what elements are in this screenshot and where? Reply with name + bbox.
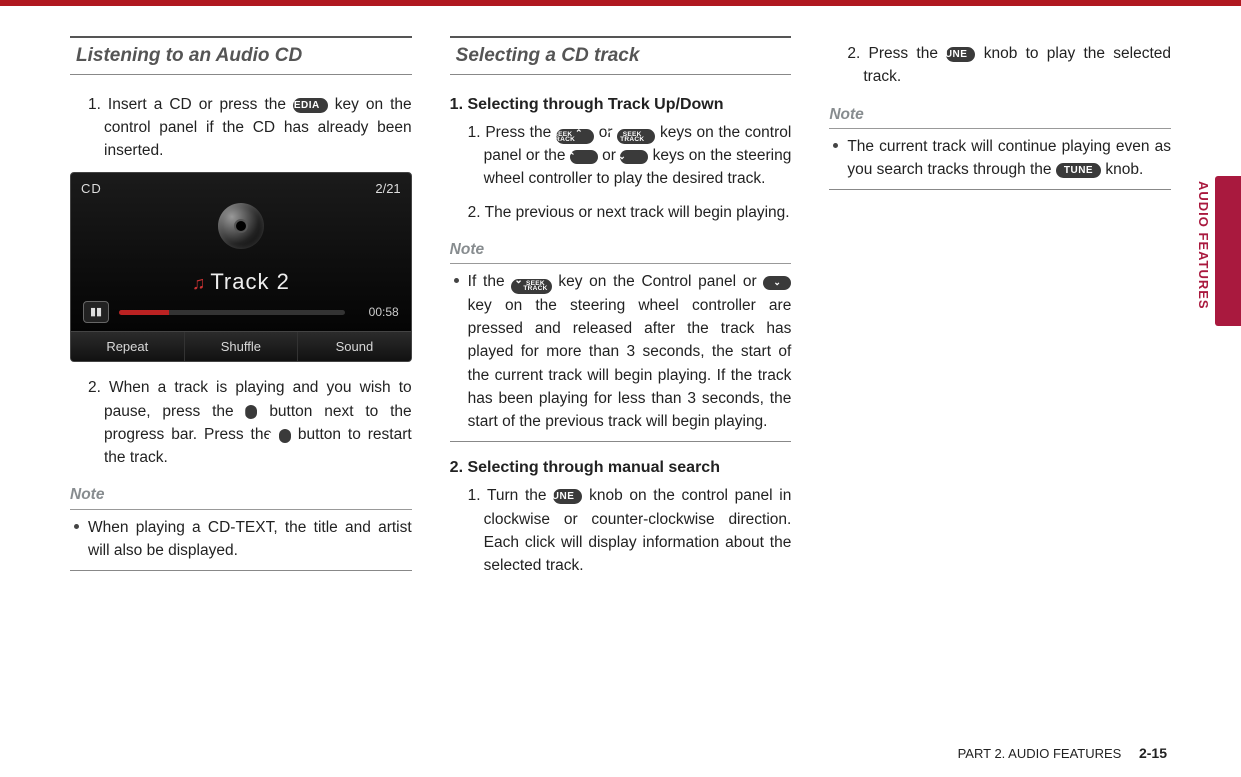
col1-note-list: When playing a CD-TEXT, the title and ar… [70, 516, 412, 563]
col1-note-item: When playing a CD-TEXT, the title and ar… [74, 516, 412, 563]
note-label: Note [450, 238, 792, 264]
section-divider [450, 441, 792, 442]
screenshot-track-title: ♫Track 2 [71, 265, 411, 298]
col1-step-1: 1. Insert a CD or press the MEDIA key on… [76, 93, 412, 163]
subhead-manual-search: 2. Selecting through manual search [450, 456, 792, 480]
col3-step2: 2. Press the TUNE knob to play the selec… [835, 42, 1171, 89]
col1-steps: 1. Insert a CD or press the MEDIA key on… [70, 93, 412, 163]
screenshot-controls: ▮▮ 00:58 [83, 301, 399, 323]
note-label: Note [70, 483, 412, 509]
col1-steps-continued: 2. When a track is playing and you wish … [70, 376, 412, 469]
page-body: Listening to an Audio CD 1. Insert a CD … [0, 6, 1241, 777]
steering-down-icon: ⌄ [620, 150, 648, 164]
col3-steps: 2. Press the TUNE knob to play the selec… [829, 42, 1171, 89]
text-fragment: 1. Press the [468, 124, 556, 141]
tune-knob-icon: TUNE [553, 489, 582, 504]
seek-track-up-icon: SEEKTRACK [556, 129, 594, 144]
heading-selecting-track: Selecting a CD track [450, 36, 792, 75]
cd-player-screenshot: CD 2/21 ♫Track 2 ▮▮ 00:58 Repeat Shuffle… [70, 172, 412, 362]
text-fragment: knob. [1101, 161, 1143, 178]
screenshot-bottom-buttons: Repeat Shuffle Sound [71, 331, 411, 361]
note-label: Note [829, 103, 1171, 129]
col2-sec2-step1: 1. Turn the TUNE knob on the control pan… [456, 484, 792, 577]
screenshot-mode-label: CD [81, 179, 102, 199]
footer-page-number: 2-15 [1139, 745, 1167, 761]
tune-knob-icon: TUNE [1056, 163, 1101, 178]
repeat-button: Repeat [71, 332, 185, 361]
col3-note-item: The current track will continue playing … [833, 135, 1171, 182]
col2-sec1-step1: 1. Press the SEEKTRACK or SEEKTRACK keys… [456, 121, 792, 191]
text-fragment: 1. Turn the [468, 487, 554, 504]
elapsed-time: 00:58 [355, 303, 399, 321]
pause-button-icon: ▮▮ [83, 301, 109, 323]
page-footer: PART 2. AUDIO FEATURES 2-15 [958, 745, 1167, 761]
column-1: Listening to an Audio CD 1. Insert a CD … [70, 36, 412, 587]
pause-key-icon: ▮▮ [245, 405, 257, 419]
text-fragment: If the [468, 273, 512, 290]
col2-sec1-step2: 2. The previous or next track will begin… [456, 201, 792, 224]
heading-listening-cd: Listening to an Audio CD [70, 36, 412, 75]
col2-note-item: If the SEEKTRACK key on the Control pane… [454, 270, 792, 433]
side-thumb-tab [1215, 176, 1241, 326]
seek-track-down-icon: SEEKTRACK [511, 279, 551, 294]
disc-icon [218, 203, 264, 249]
col2-note-list: If the SEEKTRACK key on the Control pane… [450, 270, 792, 433]
column-3: 2. Press the TUNE knob to play the selec… [829, 36, 1171, 587]
steering-up-icon: ⌃ [570, 150, 598, 164]
music-note-icon: ♫ [192, 273, 207, 293]
text-fragment: key on the Control panel or [552, 273, 764, 290]
text-fragment: key on the steering wheel controller are… [468, 297, 792, 430]
section-divider [829, 189, 1171, 190]
text-fragment: 2. Press the [847, 45, 946, 62]
steering-down-icon: ⌄ [763, 276, 791, 290]
sound-button: Sound [298, 332, 411, 361]
screenshot-track-count: 2/21 [375, 179, 400, 199]
track-name-text: Track 2 [210, 269, 290, 294]
text-fragment: or [598, 147, 620, 164]
section-divider [70, 570, 412, 571]
text-fragment: 1. Insert a CD or press the [88, 96, 293, 113]
three-column-layout: Listening to an Audio CD 1. Insert a CD … [70, 36, 1171, 587]
col2-sec1-steps: 1. Press the SEEKTRACK or SEEKTRACK keys… [450, 121, 792, 224]
column-2: Selecting a CD track 1. Selecting throug… [450, 36, 792, 587]
seek-track-down-icon: SEEKTRACK [617, 129, 655, 144]
media-key-icon: MEDIA [293, 98, 328, 113]
side-section-label: AUDIO FEATURES [1196, 181, 1211, 310]
subhead-track-updown: 1. Selecting through Track Up/Down [450, 93, 792, 117]
footer-part-label: PART 2. AUDIO FEATURES [958, 746, 1122, 761]
progress-bar [119, 310, 345, 315]
shuffle-button: Shuffle [185, 332, 299, 361]
play-key-icon: ▶ [279, 429, 291, 443]
col1-step-2: 2. When a track is playing and you wish … [76, 376, 412, 469]
col2-sec2-steps: 1. Turn the TUNE knob on the control pan… [450, 484, 792, 577]
col3-note-list: The current track will continue playing … [829, 135, 1171, 182]
tune-knob-icon: TUNE [946, 47, 975, 62]
